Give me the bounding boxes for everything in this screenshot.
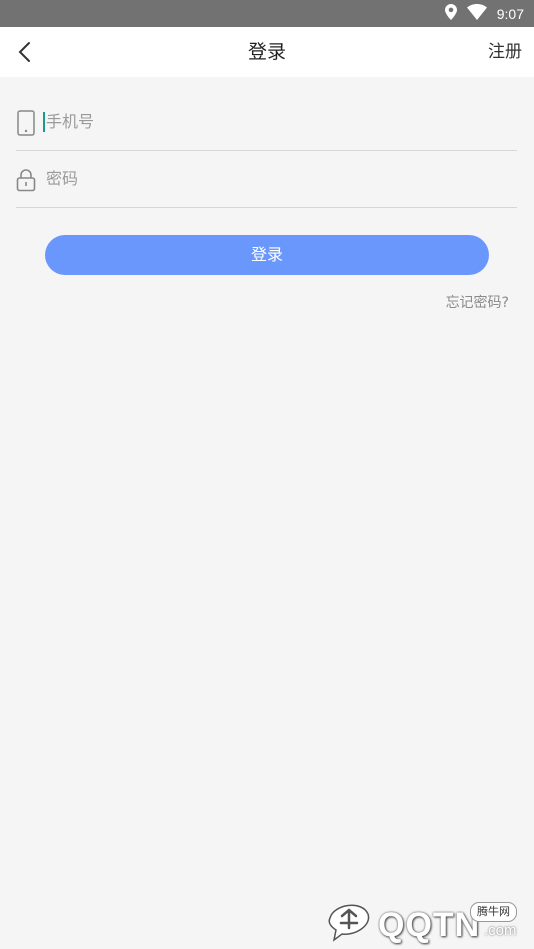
status-time: 9:07: [496, 5, 524, 22]
wifi-icon: [466, 3, 487, 24]
watermark-text: QQTN: [378, 906, 481, 944]
lock-icon: [16, 167, 36, 193]
watermark-suffix: .com: [484, 922, 517, 939]
location-icon: [444, 3, 457, 24]
navigation-bar: 登录 注册: [0, 27, 534, 77]
forgot-password-link[interactable]: 忘记密码?: [446, 292, 509, 312]
status-bar: 9:07: [0, 0, 534, 27]
register-button[interactable]: 注册: [488, 27, 522, 77]
phone-placeholder: 手机号: [46, 112, 95, 131]
watermark-badge: 腾牛网: [470, 902, 517, 922]
login-button[interactable]: 登录: [45, 235, 489, 275]
phone-field[interactable]: 手机号: [16, 94, 517, 151]
watermark: QQTN 腾牛网 .com: [318, 890, 528, 946]
password-placeholder: 密码: [46, 169, 79, 188]
password-field[interactable]: 密码: [16, 151, 517, 208]
status-icons: 9:07: [444, 0, 524, 27]
text-cursor: [43, 112, 45, 132]
page-title: 登录: [247, 41, 286, 63]
watermark-logo-icon: [328, 904, 370, 942]
phone-icon: [16, 110, 36, 136]
